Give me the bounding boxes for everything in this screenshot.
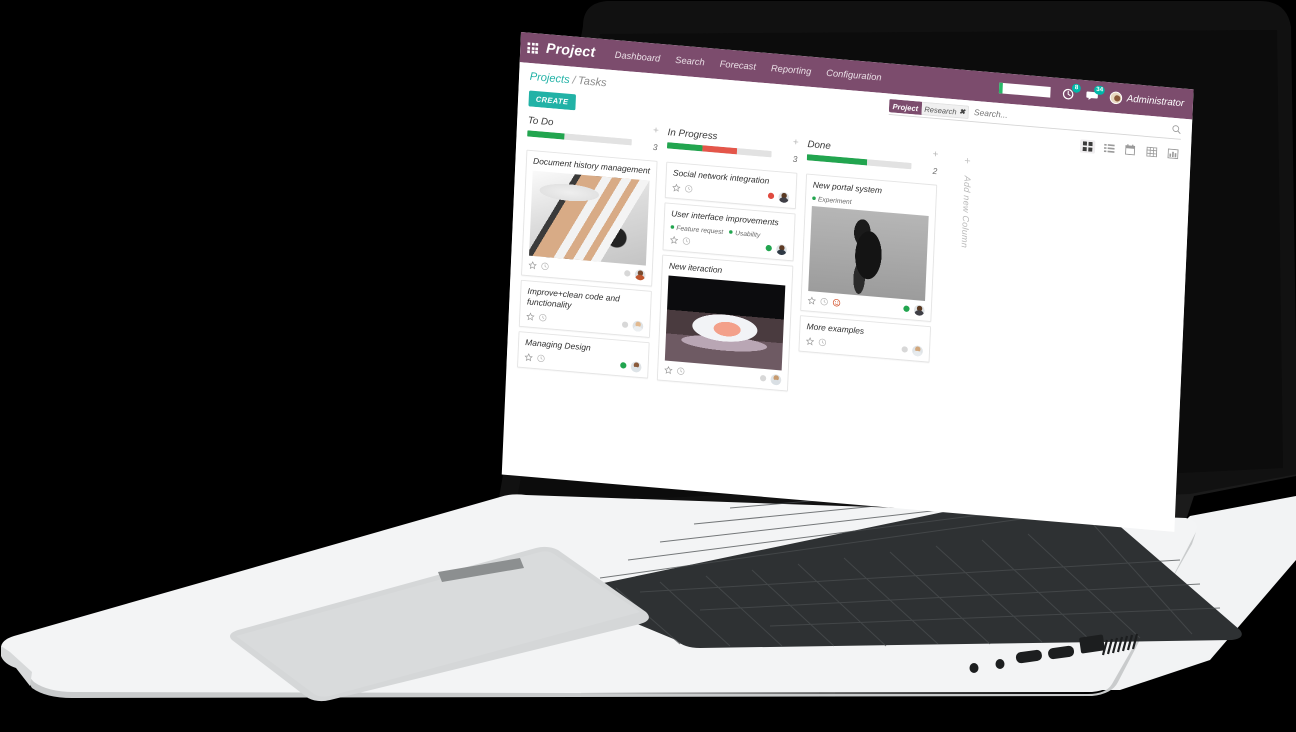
status-badge[interactable]	[621, 321, 629, 329]
add-new-column-label: Add new Column	[958, 175, 972, 249]
avatar	[1109, 91, 1123, 105]
star-outline-icon[interactable]	[524, 353, 533, 362]
status-badge[interactable]	[903, 305, 910, 313]
column-add-card-icon[interactable]: +	[653, 125, 659, 136]
nav-item-reporting[interactable]: Reporting	[771, 63, 812, 77]
view-list-button[interactable]	[1101, 141, 1117, 156]
view-graph-button[interactable]	[1165, 146, 1181, 161]
magnifier-icon[interactable]	[1171, 123, 1181, 136]
messages-badge: 34	[1094, 85, 1106, 96]
activity-clock-icon[interactable]: 8	[1062, 83, 1082, 100]
kanban-card[interactable]: Managing Design	[517, 330, 650, 379]
column-count: 3	[792, 154, 798, 165]
clock-outline-icon[interactable]	[541, 262, 549, 271]
kanban-card[interactable]: Document history management	[521, 149, 658, 287]
clock-outline-icon[interactable]	[677, 367, 685, 376]
add-new-column[interactable]: + Add new Column	[943, 151, 988, 250]
kanban-card[interactable]: More examples	[798, 315, 932, 363]
star-outline-icon[interactable]	[807, 296, 816, 306]
clock-outline-icon[interactable]	[682, 237, 691, 246]
makeup-brushes-photo	[529, 170, 650, 266]
messages-bubble-icon[interactable]: 34	[1086, 85, 1106, 102]
avatar[interactable]	[911, 344, 924, 357]
plus-icon[interactable]: +	[964, 154, 971, 167]
column-add-card-icon[interactable]: +	[933, 149, 939, 160]
sneaker-photo	[664, 275, 786, 371]
breadcrumb-projects-link[interactable]: Projects	[529, 70, 570, 86]
nav-item-dashboard[interactable]: Dashboard	[615, 50, 661, 64]
breadcrumb-separator: /	[572, 73, 576, 87]
clock-outline-icon[interactable]	[818, 338, 827, 347]
user-menu[interactable]: Administrator	[1109, 91, 1185, 110]
breadcrumb: Projects / Tasks	[529, 70, 606, 89]
avatar[interactable]	[913, 304, 925, 316]
view-kanban-button[interactable]	[1079, 138, 1096, 154]
nav-item-forecast[interactable]: Forecast	[720, 59, 757, 73]
clock-outline-icon[interactable]	[537, 354, 545, 363]
kanban-card[interactable]: Social network integration	[664, 161, 798, 210]
kanban-card[interactable]: New portal system Experiment	[800, 173, 938, 322]
smiley-face-icon[interactable]	[832, 299, 841, 308]
kanban-board: To Do + 3 Document history management Im…	[506, 105, 1191, 425]
status-badge[interactable]	[759, 374, 767, 382]
app-brand-title[interactable]: Project	[546, 41, 596, 61]
nav-item-search[interactable]: Search	[675, 55, 705, 68]
search-facet-key: Project	[888, 98, 922, 116]
close-icon[interactable]: ✖	[959, 108, 965, 116]
laptop-mockup-scene: Project Dashboard Search Forecast Report…	[0, 0, 1296, 732]
tag[interactable]: Usability	[729, 228, 760, 239]
kanban-column-in-progress: In Progress + 3 Social network integrati…	[656, 127, 799, 392]
tag-label: Feature request	[676, 223, 724, 236]
tag[interactable]: Feature request	[670, 223, 724, 236]
clock-outline-icon[interactable]	[685, 185, 693, 194]
star-outline-icon[interactable]	[528, 261, 537, 270]
status-badge[interactable]	[624, 270, 631, 278]
clock-outline-icon[interactable]	[820, 298, 828, 307]
avatar[interactable]	[776, 243, 788, 256]
star-outline-icon[interactable]	[669, 235, 679, 245]
avatar[interactable]	[630, 360, 642, 373]
browser-viewport: Project Dashboard Search Forecast Report…	[501, 32, 1194, 532]
search-facet-project[interactable]: Project Research ✖	[888, 98, 969, 120]
kanban-card[interactable]: User interface improvements Feature requ…	[662, 202, 796, 262]
tag-label: Usability	[735, 228, 761, 239]
star-outline-icon[interactable]	[805, 337, 815, 346]
kanban-card[interactable]: Improve+clean code and functionality	[518, 279, 652, 338]
laptop-screen: Project Dashboard Search Forecast Report…	[501, 32, 1194, 532]
kanban-column-todo: To Do + 3 Document history management Im…	[517, 115, 659, 379]
star-outline-icon[interactable]	[526, 312, 535, 321]
tag[interactable]: Experiment	[812, 194, 852, 206]
status-badge[interactable]	[765, 244, 772, 252]
navbar-progress-indicator	[999, 82, 1051, 98]
status-badge[interactable]	[901, 346, 908, 354]
avatar[interactable]	[632, 320, 644, 332]
kanban-column-done: Done + 2 New portal system Experiment Mo…	[798, 139, 939, 363]
avatar[interactable]	[778, 191, 790, 204]
search-facet-value-wrap: Research ✖	[921, 101, 969, 120]
kanban-card[interactable]: New iteraction	[656, 254, 794, 392]
column-count: 3	[652, 142, 658, 153]
nav-item-configuration[interactable]: Configuration	[826, 68, 882, 83]
star-outline-icon[interactable]	[672, 183, 681, 193]
view-calendar-button[interactable]	[1122, 142, 1138, 157]
column-add-card-icon[interactable]: +	[793, 137, 799, 148]
user-name-label: Administrator	[1126, 93, 1185, 109]
avatar[interactable]	[770, 373, 782, 386]
apps-grid-icon[interactable]	[527, 42, 539, 54]
breadcrumb-current: Tasks	[577, 74, 607, 90]
fashion-outfit-photo	[808, 205, 929, 301]
search-facet-value: Research	[924, 104, 957, 116]
star-outline-icon[interactable]	[664, 365, 673, 375]
avatar[interactable]	[634, 269, 646, 281]
clock-outline-icon[interactable]	[539, 313, 547, 322]
status-badge[interactable]	[767, 192, 775, 200]
column-count: 2	[932, 166, 938, 177]
view-pivot-button[interactable]	[1144, 144, 1160, 159]
tag-label: Experiment	[817, 194, 852, 206]
activity-badge: 8	[1071, 83, 1082, 94]
status-badge[interactable]	[620, 362, 627, 369]
